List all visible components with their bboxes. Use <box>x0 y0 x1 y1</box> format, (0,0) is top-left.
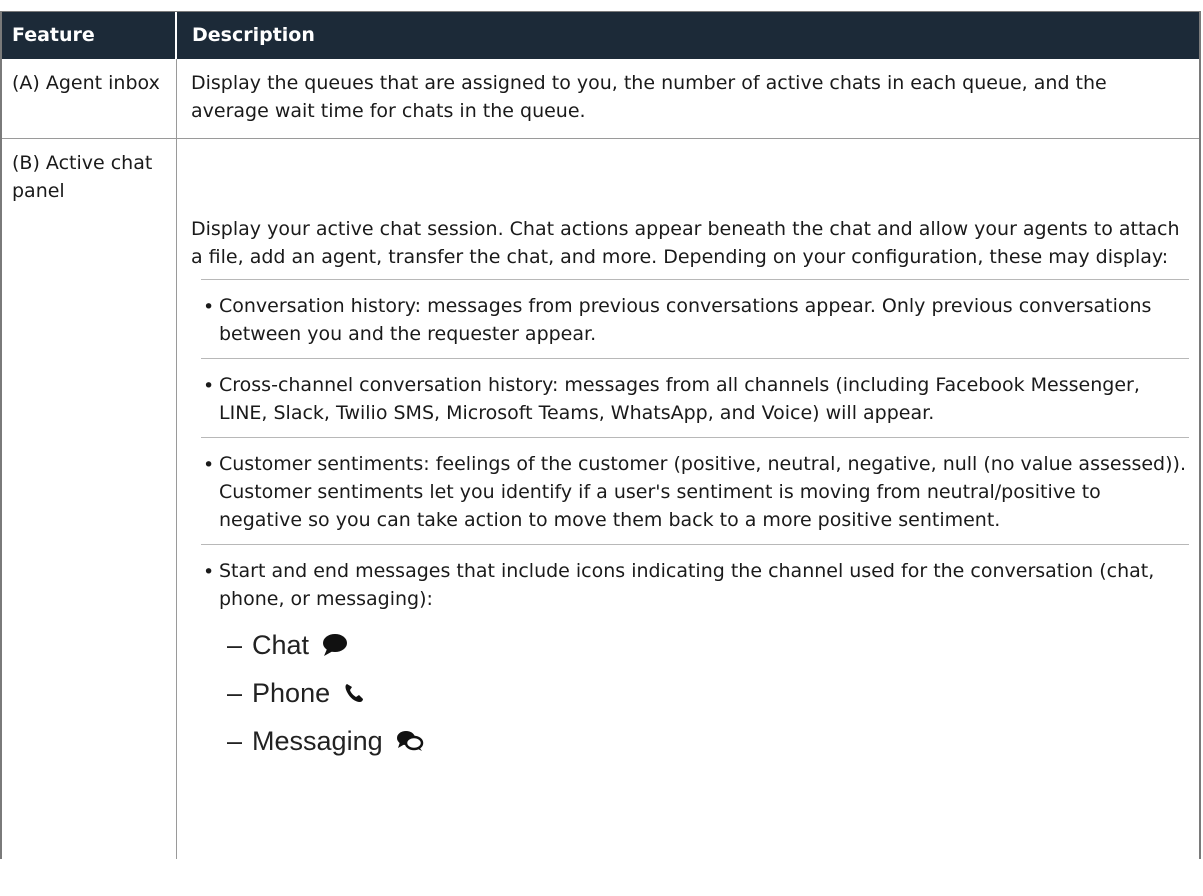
feature-cell: (B) Active chat panel <box>2 139 177 859</box>
bullet-icon: • <box>203 454 215 476</box>
phone-icon <box>342 681 366 705</box>
bullet-text: Start and end messages that include icon… <box>219 560 1155 610</box>
dash: – <box>227 678 243 708</box>
dash: – <box>227 726 243 756</box>
channel-list: – Chat – Phone – Messaging <box>227 621 1189 765</box>
chat-bubble-icon <box>321 633 349 657</box>
feature-cell: (A) Agent inbox <box>2 59 177 138</box>
bullet-text: Conversation history: messages from prev… <box>219 295 1152 345</box>
header-feature: Feature <box>2 12 177 59</box>
description-cell: Display your active chat session. Chat a… <box>177 139 1199 859</box>
bullet-icon: • <box>203 375 215 397</box>
table-header: Feature Description <box>2 11 1199 59</box>
bullet-list: • Conversation history: messages from pr… <box>191 279 1189 775</box>
description-intro: Display your active chat session. Chat a… <box>191 218 1180 268</box>
channel-label: Messaging <box>252 726 383 756</box>
description-cell: Display the queues that are assigned to … <box>191 72 1107 122</box>
table-row: (A) Agent inbox Display the queues that … <box>2 59 1199 139</box>
bullet-icon: • <box>203 296 215 318</box>
header-description: Description <box>192 24 315 46</box>
channel-item-chat: – Chat <box>227 621 1189 669</box>
channel-item-messaging: – Messaging <box>227 717 1189 765</box>
table-row: (B) Active chat panel Display your activ… <box>2 139 1199 859</box>
messaging-icon <box>395 729 425 753</box>
bullet-text: Cross-channel conversation history: mess… <box>219 374 1140 424</box>
channel-label: Chat <box>252 630 310 660</box>
dash: – <box>227 630 243 660</box>
feature-table: Feature Description (A) Agent inbox Disp… <box>0 11 1201 859</box>
list-item: • Cross-channel conversation history: me… <box>201 358 1189 437</box>
bullet-icon: • <box>203 561 215 583</box>
list-item: • Conversation history: messages from pr… <box>201 279 1189 358</box>
bullet-text: Customer sentiments: feelings of the cus… <box>219 453 1186 531</box>
channel-item-phone: – Phone <box>227 669 1189 717</box>
list-item: • Start and end messages that include ic… <box>201 544 1189 775</box>
list-item: • Customer sentiments: feelings of the c… <box>201 437 1189 544</box>
channel-label: Phone <box>252 678 331 708</box>
